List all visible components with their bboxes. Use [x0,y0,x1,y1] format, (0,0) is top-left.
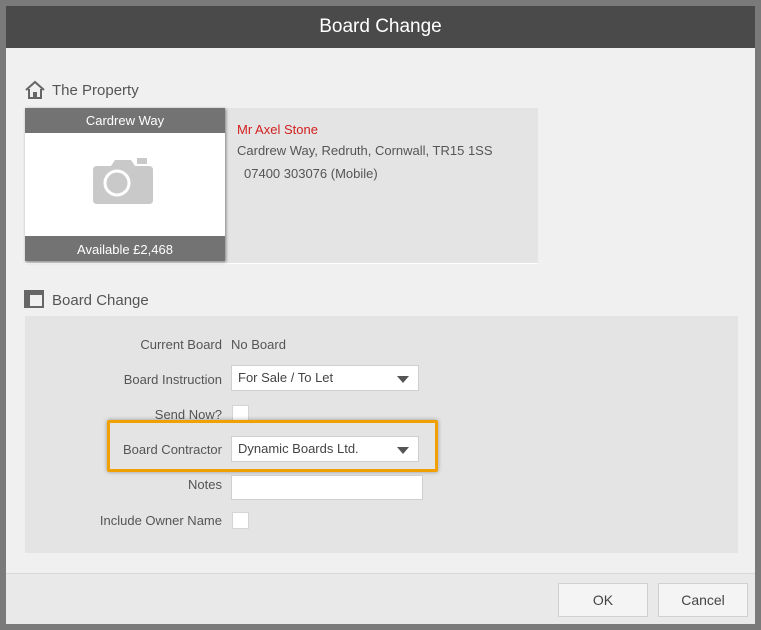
property-heading-label: The Property [52,81,139,99]
board-heading-label: Board Change [52,291,149,309]
property-section-heading: The Property [24,80,139,100]
board-contractor-value: Dynamic Boards Ltd. [238,441,359,456]
property-card-status: Available £2,468 [25,236,225,261]
owner-phone: 07400 303076 (Mobile) [244,166,378,181]
board-instruction-select[interactable]: For Sale / To Let [231,365,419,391]
camera-icon [91,156,155,209]
dialog-title: Board Change [6,6,755,48]
board-contractor-select[interactable]: Dynamic Boards Ltd. [231,436,419,462]
document-icon [24,290,46,310]
current-board-label: Current Board [140,337,222,352]
home-icon [24,80,46,100]
cancel-button[interactable]: Cancel [658,583,748,617]
dialog-footer: OK Cancel [6,573,755,624]
current-board-value: No Board [231,337,286,352]
notes-input[interactable] [231,475,423,500]
board-change-dialog: Board Change The Property Cardrew Way Av… [6,6,755,624]
property-card[interactable]: Cardrew Way Available £2,468 [25,108,225,261]
notes-label: Notes [188,477,222,492]
board-change-panel: Current Board No Board Board Instruction… [25,316,738,553]
property-address: Cardrew Way, Redruth, Cornwall, TR15 1SS [237,143,493,158]
property-card-title: Cardrew Way [25,108,225,133]
board-contractor-label: Board Contractor [123,442,222,457]
chevron-down-icon [397,376,409,383]
board-instruction-value: For Sale / To Let [238,370,334,385]
chevron-down-icon [397,447,409,454]
board-instruction-label: Board Instruction [123,372,222,387]
board-section-heading: Board Change [24,290,149,310]
include-owner-label: Include Owner Name [99,513,222,528]
owner-name-link[interactable]: Mr Axel Stone [237,122,318,137]
property-panel: Cardrew Way Available £2,468 Mr Axel Sto… [25,108,538,264]
ok-button[interactable]: OK [558,583,648,617]
include-owner-checkbox[interactable] [232,512,249,529]
